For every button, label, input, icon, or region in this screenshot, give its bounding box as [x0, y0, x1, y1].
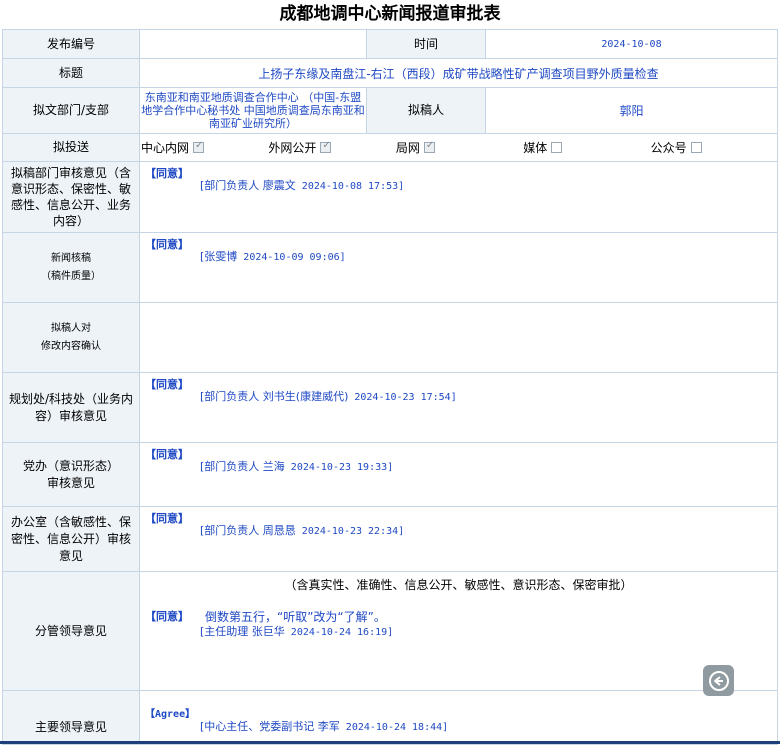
send-label: 拟投送 [2, 133, 140, 162]
row-drafter-confirm: 拟稿人对 修改内容确认 [2, 302, 778, 373]
row-review-party: 党办（意识形态）审核意见 【同意】 [部门负责人 兰海 2024-10-23 19… [2, 442, 778, 507]
signature: [部门负责人 廖震文 2024-10-08 17:53] [200, 177, 404, 193]
signature: [中心主任、党委副书记 李军 2024-10-24 18:44] [200, 718, 448, 734]
send-option-label: 外网公开 [268, 141, 317, 155]
signature: [部门负责人 周恳恳 2024-10-23 22:34] [200, 522, 404, 538]
send-option-public-web[interactable]: 外网公开 [267, 139, 394, 156]
time-label: 时间 [366, 29, 486, 59]
main-leader-label: 主要领导意见 [2, 690, 140, 745]
signer: [部门负责人 廖震文 [200, 179, 296, 192]
signer: [主任助理 张巨华 [200, 625, 285, 638]
send-option-label: 媒体 [523, 141, 548, 155]
subject-value: 上扬子东缘及南盘江-右江（西段）成矿带战略性矿产调查项目野外质量检查 [139, 58, 778, 88]
row-review-news: 新闻核稿 （稿件质量） 【同意】 [张雯博 2024-10-09 09:06] [2, 232, 778, 303]
send-options: 中心内网 外网公开 局网 媒体 公众号 [139, 133, 778, 162]
drafter-value: 郭阳 [485, 87, 778, 134]
label-line: 新闻核稿 [51, 252, 91, 264]
review-party-label: 党办（意识形态）审核意见 [2, 442, 140, 507]
signer: [中心主任、党委副书记 李军 [200, 720, 340, 733]
signature: [张雯博 2024-10-09 09:06] [200, 248, 346, 264]
leader-label: 分管领导意见 [2, 571, 140, 691]
drafter-confirm-label: 拟稿人对 修改内容确认 [2, 302, 140, 373]
row-dept: 拟文部门/支部 东南亚和南亚地质调查合作中心 （中国-东盟地学合作中心秘书处 中… [2, 87, 778, 134]
approval-form: 发布编号 时间 2024-10-08 标题 上扬子东缘及南盘江-右江（西段）成矿… [2, 29, 778, 745]
review-dept-opinion: 【同意】 [部门负责人 廖震文 2024-10-08 17:53] [139, 161, 778, 233]
sign-time: 2024-10-08 17:53] [301, 181, 405, 192]
row-main-leader: 主要领导意见 【Agree】 [中心主任、党委副书记 李军 2024-10-24 … [2, 690, 778, 745]
signer: [部门负责人 周恳恳 [200, 524, 296, 537]
pub-no-value [139, 29, 367, 59]
label-line: （稿件质量） [41, 270, 101, 282]
checkbox[interactable] [690, 142, 702, 153]
send-option-label: 中心内网 [141, 141, 190, 155]
sign-time: 2024-10-09 09:06] [243, 252, 346, 263]
drafter-label: 拟稿人 [366, 87, 486, 134]
reply-icon[interactable] [703, 665, 734, 696]
review-office-opinion: 【同意】 [部门负责人 周恳恳 2024-10-23 22:34] [139, 506, 778, 572]
leader-scope: （含真实性、准确性、信息公开、敏感性、意识形态、保密审批） [284, 578, 633, 592]
review-party-opinion: 【同意】 [部门负责人 兰海 2024-10-23 19:33] [139, 442, 778, 507]
review-dept-label: 拟稿部门审核意见（含意识形态、保密性、敏感性、信息公开、业务内容） [2, 161, 140, 233]
checkbox[interactable] [193, 140, 205, 153]
subject-label: 标题 [2, 58, 140, 88]
dept-value: 东南亚和南亚地质调查合作中心 （中国-东盟地学合作中心秘书处 中国地质调查局东南… [139, 87, 367, 134]
row-review-office: 办公室（含敏感性、保密性、信息公开）审核意见 【同意】 [部门负责人 周恳恳 20… [2, 506, 778, 572]
pub-no-label: 发布编号 [2, 29, 140, 59]
sign-time: 2024-10-24 18:44] [345, 722, 449, 733]
signature: [主任助理 张巨华 2024-10-24 16:19] [200, 623, 393, 639]
agree-tag: 【同意】 [145, 448, 189, 461]
signature: [部门负责人 兰海 2024-10-23 19:33] [200, 458, 393, 474]
agree-tag: 【Agree】 [145, 709, 196, 720]
row-review-planning: 规划处/科技处（业务内容）审核意见 【同意】 [部门负责人 刘书生(康建威代) 2… [2, 372, 778, 443]
checkbox[interactable] [320, 140, 332, 153]
send-option-label: 局网 [395, 141, 420, 155]
agree-tag: 【同意】 [145, 378, 189, 391]
agree-tag: 【同意】 [145, 238, 189, 251]
agree-tag: 【同意】 [145, 512, 189, 525]
send-option-label: 公众号 [650, 141, 687, 155]
sign-time: 2024-10-23 22:34] [301, 526, 405, 537]
row-review-dept: 拟稿部门审核意见（含意识形态、保密性、敏感性、信息公开、业务内容） 【同意】 [… [2, 161, 778, 233]
row-leader: 分管领导意见 （含真实性、准确性、信息公开、敏感性、意识形态、保密审批） 【同意… [2, 571, 778, 691]
leader-opinion: （含真实性、准确性、信息公开、敏感性、意识形态、保密审批） 【同意】 倒数第五行… [139, 571, 778, 691]
signature: [部门负责人 刘书生(康建威代) 2024-10-23 17:54] [200, 388, 457, 404]
signer: [部门负责人 刘书生(康建威代) [200, 390, 349, 403]
time-value: 2024-10-08 [485, 29, 778, 59]
page-title: 成都地调中心新闻报道审批表 [279, 4, 501, 24]
row-pub-no: 发布编号 时间 2024-10-08 [2, 29, 778, 59]
review-office-label: 办公室（含敏感性、保密性、信息公开）审核意见 [2, 506, 140, 572]
row-subject: 标题 上扬子东缘及南盘江-右江（西段）成矿带战略性矿产调查项目野外质量检查 [2, 58, 778, 88]
checkbox[interactable] [423, 140, 435, 153]
send-option-wechat[interactable]: 公众号 [650, 139, 777, 156]
reply-icon-glyph [708, 670, 729, 691]
signer: [部门负责人 兰海 [200, 460, 285, 473]
agree-tag: 【同意】 [145, 610, 189, 623]
send-option-bureau-web[interactable]: 局网 [395, 139, 522, 156]
review-planning-label: 规划处/科技处（业务内容）审核意见 [2, 372, 140, 443]
agree-tag: 【同意】 [145, 167, 189, 180]
sign-time: 2024-10-23 19:33] [290, 462, 394, 473]
review-news-label: 新闻核稿 （稿件质量） [2, 232, 140, 303]
checkbox[interactable] [551, 142, 563, 153]
send-option-intranet[interactable]: 中心内网 [140, 139, 267, 156]
main-leader-opinion: 【Agree】 [中心主任、党委副书记 李军 2024-10-24 18:44] [139, 690, 778, 745]
sign-time: 2024-10-24 16:19] [290, 627, 394, 638]
label-line: 修改内容确认 [41, 340, 101, 352]
drafter-confirm-opinion [139, 302, 778, 373]
signer: [张雯博 [200, 250, 238, 263]
label-line: 拟稿人对 [51, 322, 91, 334]
review-news-opinion: 【同意】 [张雯博 2024-10-09 09:06] [139, 232, 778, 303]
send-option-media[interactable]: 媒体 [522, 139, 649, 156]
row-send: 拟投送 中心内网 外网公开 局网 媒体 [2, 133, 778, 162]
review-planning-opinion: 【同意】 [部门负责人 刘书生(康建威代) 2024-10-23 17:54] [139, 372, 778, 443]
dept-label: 拟文部门/支部 [2, 87, 140, 134]
sign-time: 2024-10-23 17:54] [354, 392, 457, 403]
